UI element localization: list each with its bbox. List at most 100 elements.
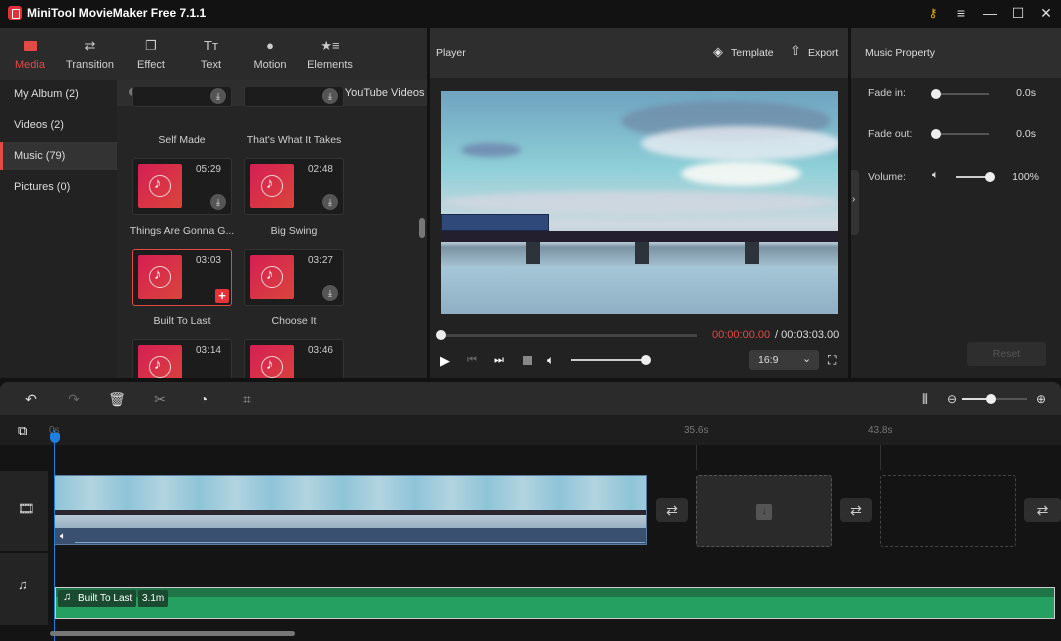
timeline-zoom-slider[interactable] [962, 394, 1027, 404]
category-videos[interactable]: Videos (2) [0, 111, 117, 139]
timeline-zoom-handle[interactable] [986, 394, 996, 404]
media-card-selected[interactable]: 03:03 + [132, 249, 232, 306]
media-scrollbar[interactable] [419, 218, 425, 238]
tab-effect[interactable]: ❐ Effect [121, 28, 181, 80]
add-to-timeline-button[interactable]: + [215, 289, 229, 303]
tab-media[interactable]: Media [0, 28, 60, 80]
ruler-tick: 43.8s [868, 425, 893, 436]
split-icon[interactable]: ✂ [151, 390, 169, 408]
media-card-title: Choose It [271, 315, 317, 327]
timeline-scrollbar[interactable] [50, 631, 295, 636]
fullscreen-icon[interactable]: ⛶ [828, 353, 836, 368]
library-panel: Media ⇄ Transition ❐ Effect Tт Text ● Mo… [0, 28, 427, 378]
maximize-icon[interactable]: ☐ [1007, 4, 1029, 22]
redo-icon[interactable]: ↷ [65, 390, 83, 408]
fit-timeline-icon[interactable]: ⦀ [916, 390, 934, 408]
player-header: Player ◈ Template ⇧ Export [430, 28, 848, 78]
timeline-ruler[interactable]: ⧉ 0s 35.6s 43.8s [0, 415, 1061, 445]
zoom-out-icon[interactable]: ⊖ [943, 390, 961, 408]
ruler-tick: 35.6s [684, 425, 709, 436]
title-bar: MiniTool MovieMaker Free 7.1.1 ⚷ ≡ — ☐ ✕ [0, 0, 1061, 27]
media-card-title: Things Are Gonna G... [129, 225, 235, 237]
media-card-title: Built To Last [153, 315, 211, 327]
media-card-title: Self Made [158, 134, 206, 146]
playback-progress-track[interactable] [436, 330, 697, 340]
music-track-header: ♫ [0, 553, 48, 625]
add-track-icon[interactable]: ⧉ [18, 423, 27, 439]
video-clip[interactable]: 🔈︎ [54, 475, 647, 545]
media-card[interactable]: 03:46 [244, 339, 344, 378]
property-title: Music Property [865, 47, 936, 59]
audio-clip[interactable]: ♫ Built To Last 3.1m [55, 587, 1055, 619]
next-frame-button[interactable]: ⏭ [494, 354, 504, 367]
reset-button[interactable]: Reset [967, 342, 1046, 366]
key-icon[interactable]: ⚷ [922, 4, 944, 22]
fade-in-handle[interactable] [931, 89, 941, 99]
main-toolbar: Media ⇄ Transition ❐ Effect Tт Text ● Mo… [0, 28, 427, 80]
layers-icon: ◈ [713, 44, 723, 59]
fade-in-label: Fade in: [868, 87, 906, 99]
undo-icon[interactable]: ↶ [22, 390, 40, 408]
download-icon[interactable]: ⤓ [322, 88, 338, 104]
category-list: My Album (2) Videos (2) Music (79) Pictu… [0, 80, 117, 378]
fade-out-slider[interactable] [931, 129, 989, 139]
media-card[interactable]: 05:29 ⤓ [132, 158, 232, 215]
category-pictures[interactable]: Pictures (0) [0, 173, 117, 201]
media-card[interactable]: 02:48 ⤓ [244, 158, 344, 215]
timeline-tracks: 🎞︎ 🔈︎ ⇄ ↓ ⇄ ⇄ ♫ ♫ Built To Last 3.1m [0, 430, 1061, 641]
zoom-in-icon[interactable]: ⊕ [1032, 390, 1050, 408]
fade-in-slider[interactable] [931, 89, 989, 99]
category-my-album[interactable]: My Album (2) [0, 80, 117, 108]
media-card[interactable]: ⤓ [244, 87, 344, 107]
music-volume-handle[interactable] [985, 172, 995, 182]
music-note-icon [250, 164, 294, 208]
volume-value: 100% [1012, 171, 1039, 183]
empty-clip-slot[interactable]: ↓ [696, 475, 832, 547]
minimize-icon[interactable]: — [979, 4, 1001, 22]
collapse-panel-handle[interactable]: › [851, 170, 859, 235]
delete-icon[interactable]: 🗑︎ [108, 390, 126, 408]
media-card[interactable]: 03:14 [132, 339, 232, 378]
download-icon[interactable]: ⤓ [322, 194, 338, 210]
player-title: Player [436, 47, 466, 59]
tab-elements[interactable]: ★≡ Elements [300, 28, 360, 80]
tab-transition[interactable]: ⇄ Transition [60, 28, 120, 80]
crop-icon[interactable]: ⌗ [238, 390, 256, 408]
volume-slider-handle[interactable] [641, 355, 651, 365]
playback-progress-handle[interactable] [436, 330, 446, 340]
speed-icon[interactable]: ◔ [195, 390, 213, 408]
download-icon[interactable]: ⤓ [322, 285, 338, 301]
media-card-title: That's What It Takes [246, 134, 342, 146]
bridge [441, 231, 838, 242]
previous-frame-button[interactable]: ⏮ [467, 354, 477, 367]
playhead-handle[interactable] [50, 433, 60, 443]
fade-out-handle[interactable] [931, 129, 941, 139]
template-button[interactable]: Template [731, 47, 774, 59]
music-note-icon [138, 345, 182, 378]
tab-text[interactable]: Tт Text [181, 28, 241, 80]
media-card[interactable]: ⤓ [132, 87, 232, 107]
fade-in-value: 0.0s [1016, 87, 1036, 99]
close-icon[interactable]: ✕ [1035, 4, 1057, 22]
export-button[interactable]: Export [808, 47, 838, 59]
menu-icon[interactable]: ≡ [950, 4, 972, 22]
volume-icon[interactable]: 🔈︎ [547, 353, 554, 368]
download-icon[interactable]: ⤓ [210, 194, 226, 210]
empty-clip-slot[interactable] [880, 475, 1016, 547]
transition-slot-button[interactable]: ⇄ [1024, 498, 1061, 522]
download-icon[interactable]: ⤓ [210, 88, 226, 104]
aspect-ratio-select[interactable]: 16:9 ⌄ [749, 350, 819, 370]
stop-button[interactable] [523, 356, 532, 365]
category-music[interactable]: Music (79) [0, 142, 117, 170]
media-card[interactable]: 03:27 ⤓ [244, 249, 344, 306]
tab-motion[interactable]: ● Motion [240, 28, 300, 80]
music-volume-slider[interactable] [956, 172, 995, 182]
chevron-down-icon: ⌄ [802, 353, 812, 365]
playhead[interactable] [54, 430, 55, 641]
volume-slider[interactable] [571, 355, 651, 365]
transition-icon: ⇄ [84, 38, 96, 53]
play-button[interactable]: ▶ [440, 353, 450, 369]
transition-slot-button[interactable]: ⇄ [656, 498, 688, 522]
transition-slot-button[interactable]: ⇄ [840, 498, 872, 522]
clip-audio-icon[interactable]: 🔈︎ [60, 531, 66, 542]
